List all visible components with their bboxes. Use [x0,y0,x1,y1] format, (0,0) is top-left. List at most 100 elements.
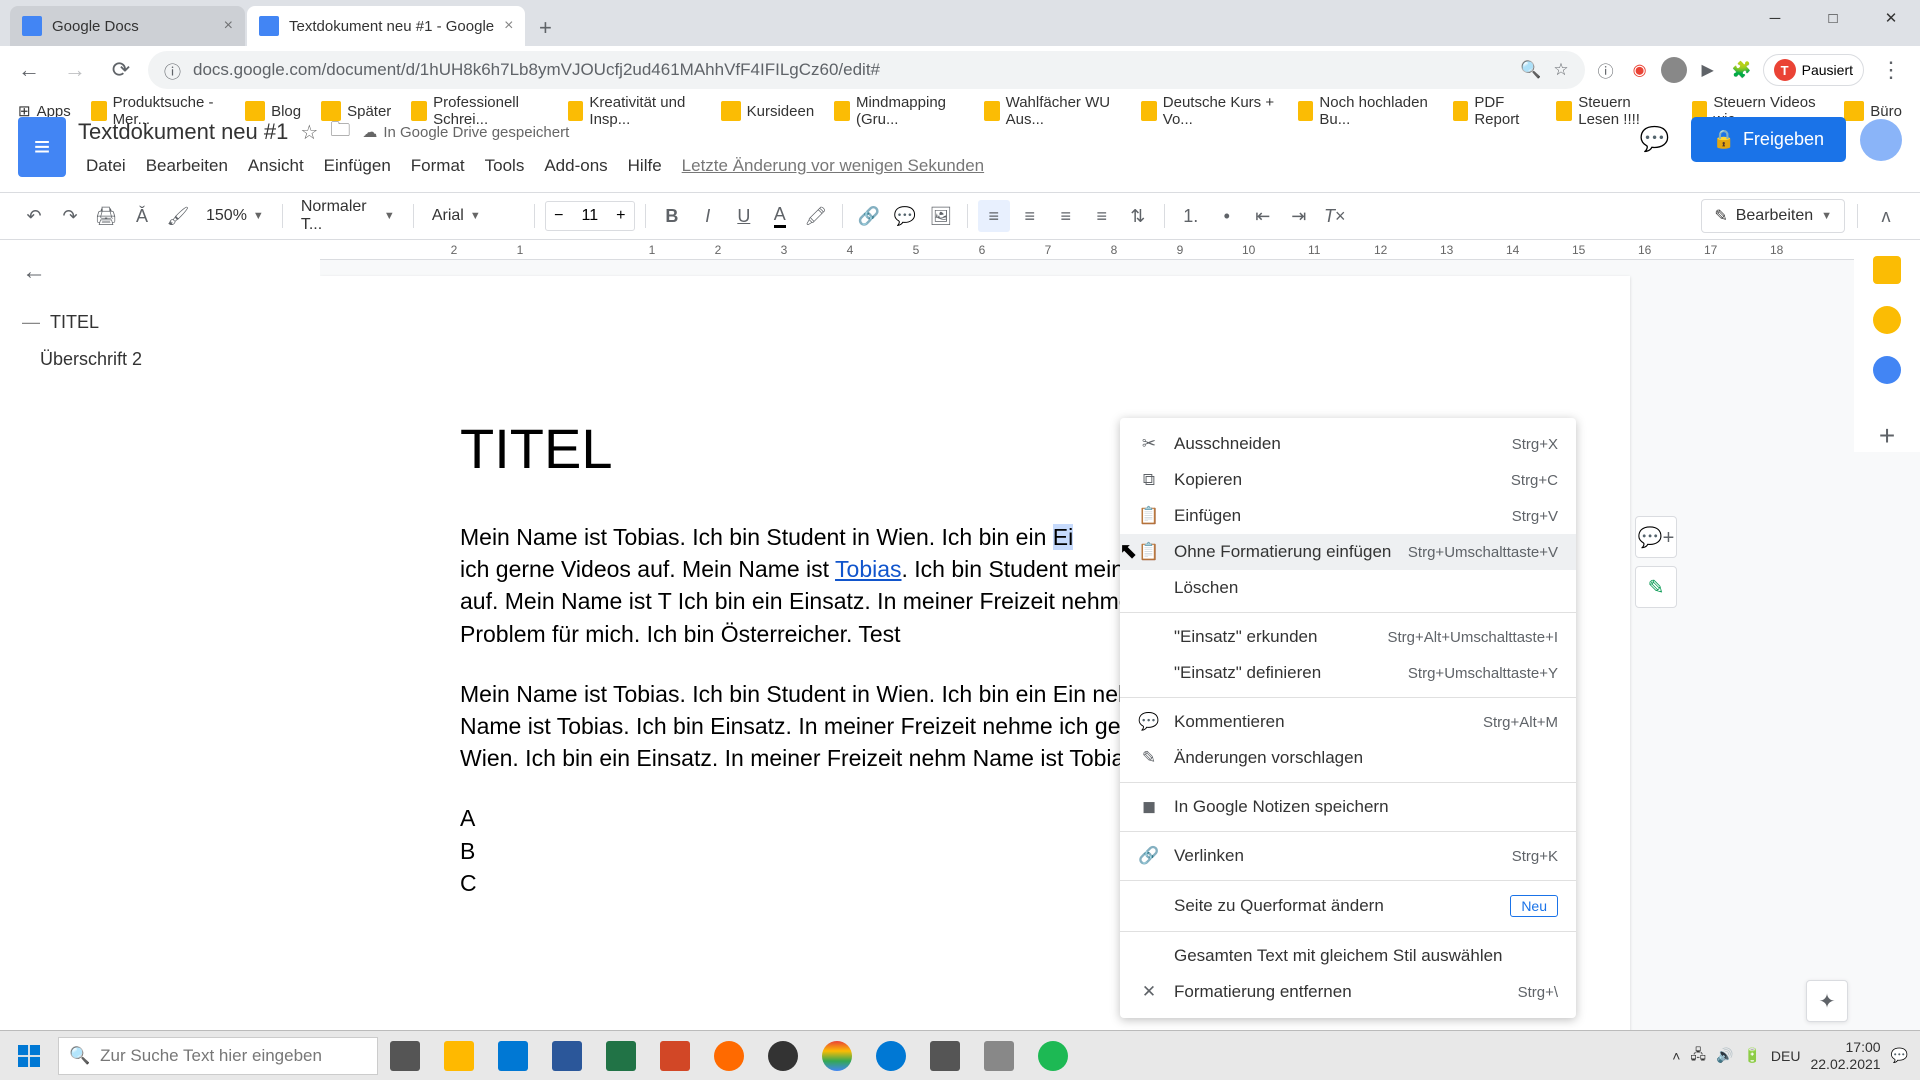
decrease-font-button[interactable]: − [546,202,572,230]
close-icon[interactable]: × [214,17,233,35]
zoom-select[interactable]: 150%▼ [198,203,272,229]
increase-font-button[interactable]: + [608,202,634,230]
close-icon[interactable]: × [494,17,513,35]
numbered-list-button[interactable]: 1. [1175,200,1207,232]
text-color-button[interactable]: A [764,200,796,232]
menu-hilfe[interactable]: Hilfe [620,152,670,180]
browser-menu-button[interactable]: ⋮ [1872,51,1910,89]
italic-button[interactable]: I [692,200,724,232]
tasks-icon[interactable] [1873,356,1901,384]
outline-back-button[interactable]: ← [22,258,298,286]
taskbar-app[interactable] [648,1031,702,1081]
ctx-landscape[interactable]: Seite zu Querformat ändernNeu [1120,887,1576,925]
reload-button[interactable]: ⟳ [102,51,140,89]
highlight-button[interactable]: 🖍 [800,200,832,232]
decrease-indent-button[interactable]: ⇤ [1247,200,1279,232]
insert-link-button[interactable]: 🔗 [853,200,885,232]
menu-bearbeiten[interactable]: Bearbeiten [138,152,236,180]
taskbar-app[interactable] [540,1031,594,1081]
maximize-button[interactable]: □ [1804,0,1862,36]
insert-comment-button[interactable]: 💬 [889,200,921,232]
clear-formatting-button[interactable]: T× [1319,200,1351,232]
ctx-explore[interactable]: "Einsatz" erkundenStrg+Alt+Umschalttaste… [1120,619,1576,655]
share-button[interactable]: 🔒Freigeben [1691,117,1846,162]
font-size-value[interactable]: 11 [572,207,608,225]
taskbar-app[interactable] [756,1031,810,1081]
increase-indent-button[interactable]: ⇥ [1283,200,1315,232]
start-button[interactable] [0,1031,58,1081]
extension-icon[interactable]: ▶ [1695,57,1721,83]
last-edit-label[interactable]: Letzte Änderung vor wenigen Sekunden [682,156,984,176]
profile-badge[interactable]: T Pausiert [1763,54,1864,86]
zoom-icon[interactable]: 🔍 [1520,60,1541,80]
ctx-comment[interactable]: 💬KommentierenStrg+Alt+M [1120,704,1576,740]
close-window-button[interactable]: ✕ [1862,0,1920,36]
taskbar-app[interactable] [918,1031,972,1081]
docs-logo-icon[interactable]: ≡ [18,117,66,177]
redo-button[interactable]: ↷ [54,200,86,232]
align-center-button[interactable]: ≡ [1014,200,1046,232]
menu-format[interactable]: Format [403,152,473,180]
align-right-button[interactable]: ≡ [1050,200,1082,232]
task-view-button[interactable] [378,1031,432,1081]
extensions-menu-icon[interactable]: 🧩 [1729,57,1755,83]
insert-image-button[interactable]: 🖼 [925,200,957,232]
notifications-icon[interactable]: 💬 [1891,1047,1908,1064]
keep-icon[interactable] [1873,306,1901,334]
url-input[interactable]: ⓘ docs.google.com/document/d/1hUH8k6h7Lb… [148,51,1585,89]
star-icon[interactable]: ☆ [300,120,318,145]
taskbar-app[interactable] [864,1031,918,1081]
ctx-delete[interactable]: Löschen [1120,570,1576,606]
menu-tools[interactable]: Tools [477,152,533,180]
ctx-paste[interactable]: 📋EinfügenStrg+V [1120,498,1576,534]
taskbar-app[interactable] [486,1031,540,1081]
forward-button[interactable]: → [56,51,94,89]
align-left-button[interactable]: ≡ [978,200,1010,232]
ctx-paste-plain[interactable]: 📋Ohne Formatierung einfügenStrg+Umschalt… [1120,534,1576,570]
explore-button[interactable]: ✦ [1806,980,1848,1022]
volume-icon[interactable]: 🔊 [1716,1047,1733,1064]
underline-button[interactable]: U [728,200,760,232]
extension-icon[interactable] [1661,57,1687,83]
ctx-link[interactable]: 🔗VerlinkenStrg+K [1120,838,1576,874]
paint-format-button[interactable]: 🖌 [162,200,194,232]
extension-icon[interactable]: ◉ [1627,57,1653,83]
align-justify-button[interactable]: ≡ [1086,200,1118,232]
taskbar-app[interactable] [702,1031,756,1081]
star-icon[interactable]: ☆ [1553,60,1568,80]
menu-einfuegen[interactable]: Einfügen [316,152,399,180]
add-comment-button[interactable]: 💬+ [1635,516,1677,558]
extension-icon[interactable]: ⓘ [1593,57,1619,83]
paragraph-style-select[interactable]: Normaler T...▼ [293,194,403,238]
document-title[interactable]: Textdokument neu #1 [78,119,288,145]
menu-ansicht[interactable]: Ansicht [240,152,312,180]
add-addon-button[interactable]: + [1879,420,1895,452]
menu-addons[interactable]: Add-ons [536,152,615,180]
browser-tab-active[interactable]: Textdokument neu #1 - Google × [247,6,525,46]
ctx-select-same-style[interactable]: Gesamten Text mit gleichem Stil auswähle… [1120,938,1576,974]
clock[interactable]: 17:00 22.02.2021 [1810,1039,1880,1073]
bold-button[interactable]: B [656,200,688,232]
taskbar-app-chrome[interactable] [810,1031,864,1081]
print-button[interactable]: 🖨 [90,200,122,232]
taskbar-app[interactable] [1026,1031,1080,1081]
font-select[interactable]: Arial▼ [424,203,524,229]
ctx-suggest[interactable]: ✎Änderungen vorschlagen [1120,740,1576,776]
undo-button[interactable]: ↶ [18,200,50,232]
suggest-edit-button[interactable]: ✎ [1635,566,1677,608]
menu-datei[interactable]: Datei [78,152,134,180]
calendar-icon[interactable] [1873,256,1901,284]
taskbar-app[interactable] [432,1031,486,1081]
new-tab-button[interactable]: + [527,10,563,46]
ctx-cut[interactable]: ✂AusschneidenStrg+X [1120,426,1576,462]
battery-icon[interactable]: 🔋 [1743,1047,1760,1064]
editing-mode-select[interactable]: ✎Bearbeiten▼ [1701,199,1845,233]
taskbar-app[interactable] [972,1031,1026,1081]
ctx-clear-formatting[interactable]: ✕Formatierung entfernenStrg+\ [1120,974,1576,1010]
ctx-define[interactable]: "Einsatz" definierenStrg+Umschalttaste+Y [1120,655,1576,691]
line-spacing-button[interactable]: ⇅ [1122,200,1154,232]
collapse-toolbar-button[interactable]: ʌ [1870,200,1902,232]
outline-item[interactable]: —TITEL [22,304,298,341]
network-icon[interactable]: 🖧 [1690,1044,1706,1068]
ruler[interactable]: 21123456789101112131415161718 [320,240,1920,260]
